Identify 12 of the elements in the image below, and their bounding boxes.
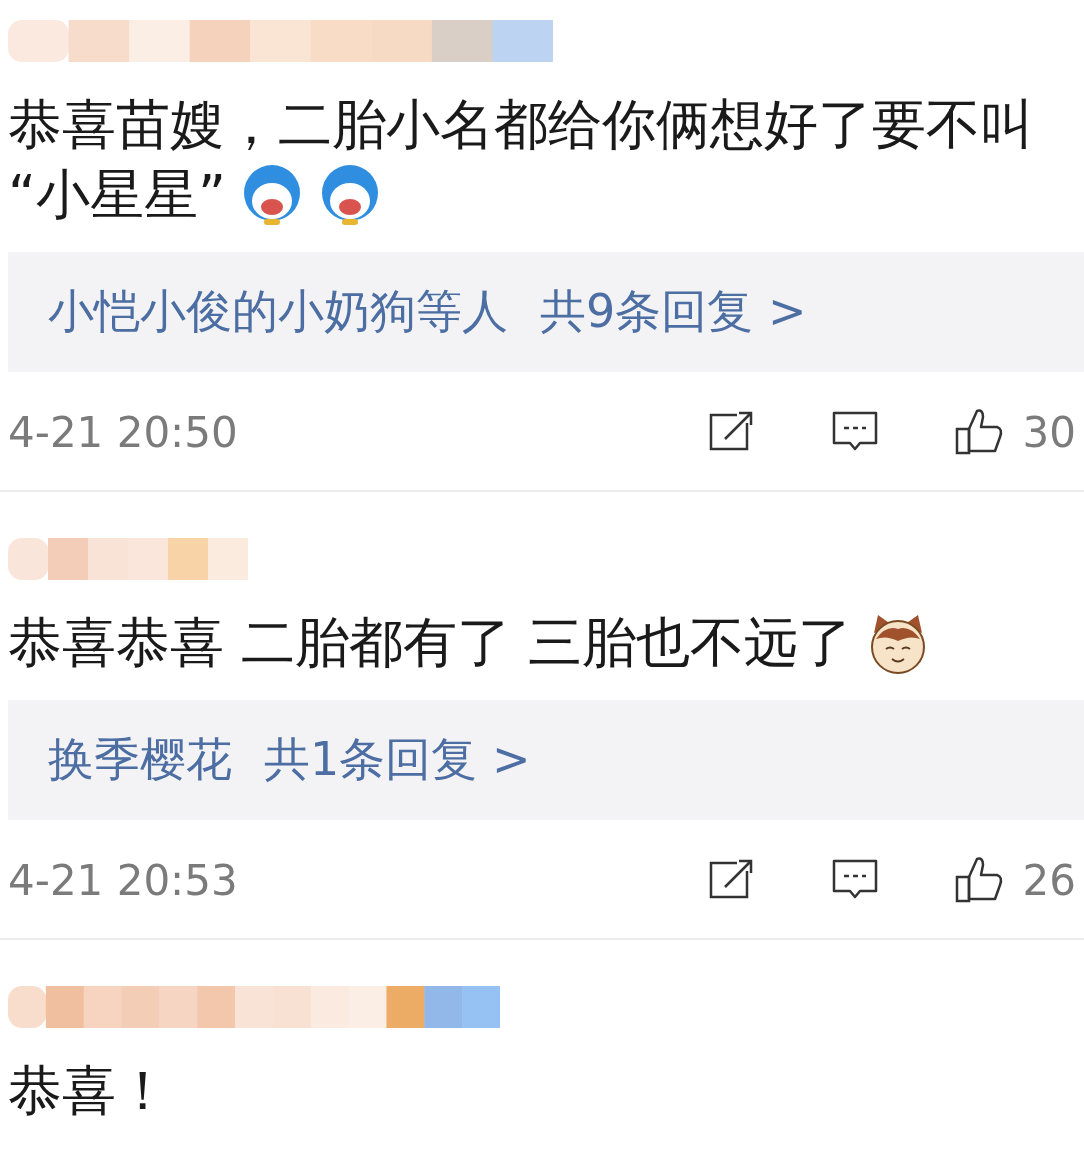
- comment-text: 恭喜恭喜 二胎都有了 三胎也不远了: [8, 610, 853, 676]
- reply-authors: 小恺小俊的小奶狗等人: [48, 283, 508, 340]
- reply-count-link[interactable]: 共1条回复 >: [264, 729, 531, 791]
- comment-text: 恭喜苗嫂，二胎小名都给你俩想好了要不叫: [8, 92, 1034, 158]
- timestamp: 4-21 20:50: [8, 407, 239, 457]
- comment-text: 恭喜！: [8, 1058, 170, 1124]
- comment-text: “小星星”: [8, 162, 226, 228]
- reply-count-link[interactable]: 共9条回复 >: [540, 281, 807, 343]
- like-count: 26: [1022, 855, 1076, 905]
- timestamp: 4-21 20:53: [8, 855, 239, 905]
- like-count: 30: [1022, 407, 1076, 457]
- reply-authors: 换季樱花: [48, 731, 232, 788]
